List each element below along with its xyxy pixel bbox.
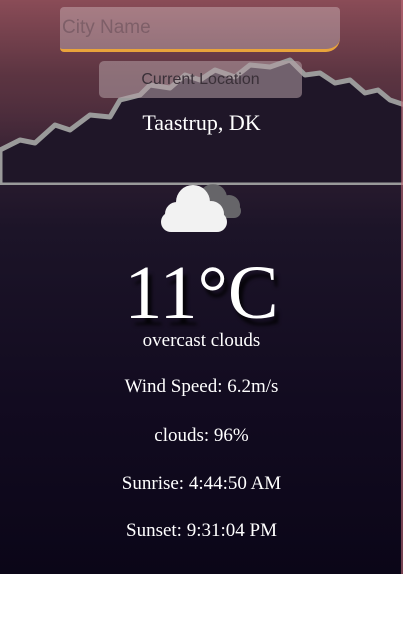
weather-panel: Current Location Taastrup, DK 11°C overc… [0, 0, 403, 574]
overcast-clouds-icon [161, 184, 241, 232]
temperature: 11°C [124, 251, 279, 335]
sunrise-time: Sunrise: 4:44:50 AM [121, 473, 282, 494]
location-label: Taastrup, DK [142, 110, 261, 135]
city-name-input[interactable] [60, 7, 340, 52]
current-location-button[interactable]: Current Location [99, 61, 302, 98]
weather-description: overcast clouds [142, 330, 261, 351]
sunset-time: Sunset: 9:31:04 PM [126, 520, 277, 541]
cloud-coverage: clouds: 96% [154, 425, 249, 446]
wind-speed: Wind Speed: 6.2m/s [124, 376, 279, 397]
